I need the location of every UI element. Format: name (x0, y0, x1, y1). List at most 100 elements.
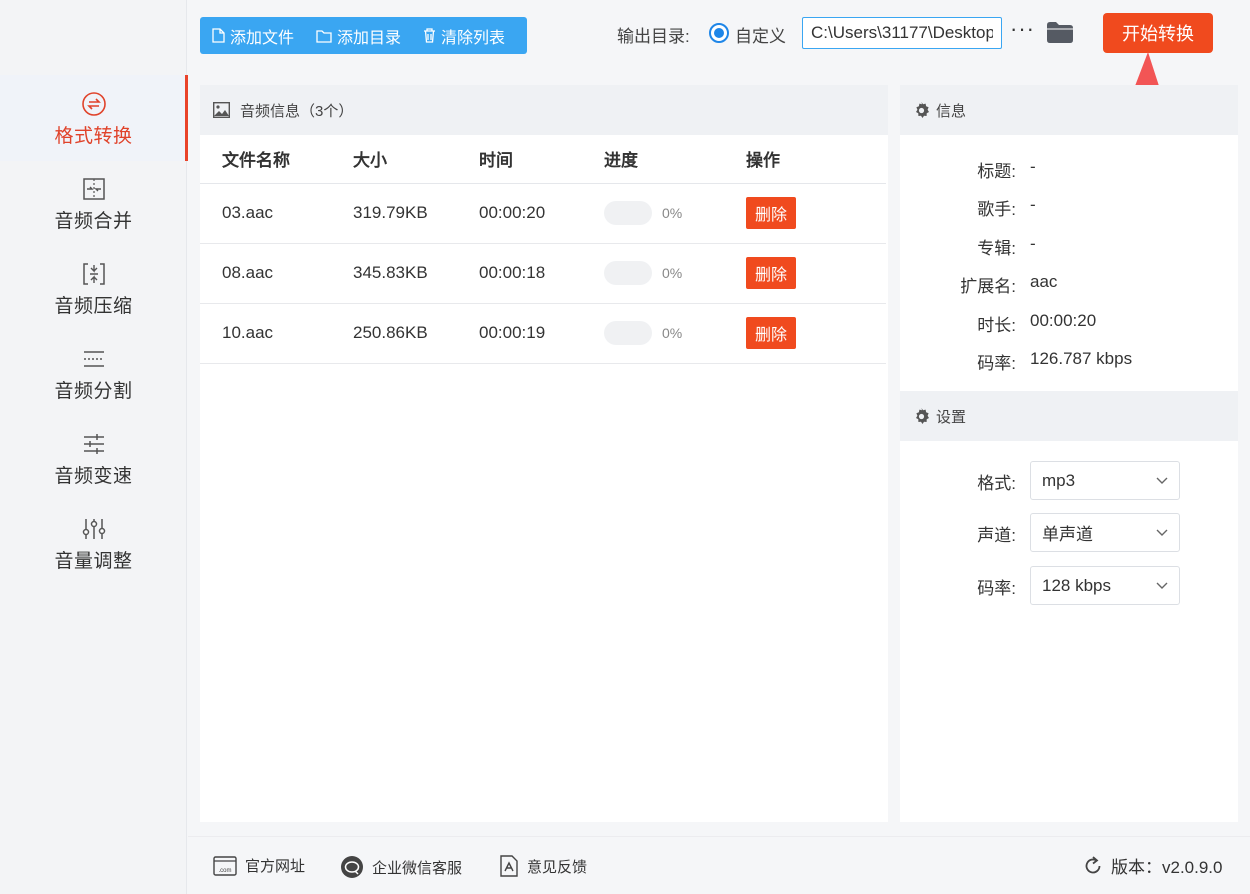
setting-key: 声道: (977, 526, 1016, 545)
website-link[interactable]: .com 官方网址 (213, 855, 305, 876)
settings-header: 设置 (900, 391, 1238, 441)
file-table: 文件名称 大小 时间 进度 操作 03.aac 319.79KB 00:00:2… (200, 135, 886, 364)
chevron-down-icon (1156, 529, 1168, 536)
gear-icon (916, 407, 929, 424)
wechat-icon (341, 856, 363, 878)
split-icon (83, 351, 104, 367)
delete-button[interactable]: 删除 (746, 317, 797, 349)
setting-key: 格式: (977, 474, 1016, 493)
format-select[interactable]: mp3 (1030, 461, 1180, 500)
file-name: 03.aac (200, 183, 353, 244)
info-value: aac (1030, 272, 1058, 291)
file-size: 345.83KB (353, 243, 479, 304)
sidebar-item-label: 音频变速 (54, 466, 133, 487)
delete-button[interactable]: 删除 (746, 257, 797, 289)
svg-text:.com: .com (218, 868, 231, 874)
add-directory-label: 添加目录 (337, 29, 402, 47)
channel-select[interactable]: 单声道 (1030, 513, 1180, 552)
info-key: 码率: (977, 354, 1016, 373)
sidebar-item-compress[interactable]: 音频压缩 (0, 245, 187, 331)
sidebar-item-label: 音频分割 (54, 381, 133, 402)
sidebar-item-merge[interactable]: 音频合并 (0, 160, 187, 246)
volume-adjust-icon (82, 519, 105, 539)
info-title: 信息 (936, 102, 967, 120)
bitrate-select-value: 128 kbps (1042, 575, 1111, 595)
add-file-button[interactable]: 添加文件 (212, 24, 294, 48)
progress-text: 0% (662, 325, 683, 341)
info-key: 标题: (977, 162, 1016, 181)
info-value: 126.787 kbps (1030, 349, 1133, 368)
sidebar-item-label: 音量调整 (54, 551, 133, 572)
audio-info-panel: 音频信息（3个） 文件名称 大小 时间 进度 操作 03.aac 319.79K… (200, 85, 888, 822)
feedback-icon (500, 855, 518, 877)
settings-title: 设置 (936, 408, 967, 426)
file-size: 319.79KB (353, 183, 479, 244)
sidebar-item-speed[interactable]: 音频变速 (0, 415, 187, 501)
chevron-down-icon (1156, 582, 1168, 589)
sidebar-item-split[interactable]: 音频分割 (0, 330, 187, 416)
version-info[interactable]: 版本：v2.0.9.0 (1083, 853, 1223, 878)
clear-list-button[interactable]: 清除列表 (423, 24, 505, 48)
progress-text: 0% (662, 265, 683, 281)
audio-info-title: 音频信息（3个） (240, 102, 354, 120)
progress-indicator: 0% (604, 261, 746, 285)
info-value: 00:00:20 (1030, 311, 1097, 330)
table-row[interactable]: 03.aac 319.79KB 00:00:20 0% 删除 (200, 183, 886, 244)
website-icon: .com (213, 855, 237, 876)
wechat-support-link[interactable]: 企业微信客服 (340, 855, 462, 879)
info-settings-panel: 信息 标题: - 歌手: - 专辑: - 扩展名: aac 时长: 00:00:20 码率… (900, 85, 1238, 822)
chevron-down-icon (1156, 477, 1168, 484)
info-key: 歌手: (977, 200, 1016, 219)
info-key: 专辑: (977, 239, 1016, 258)
more-options-button[interactable]: ··· (1010, 16, 1035, 42)
column-header-progress: 进度 (604, 135, 746, 184)
progress-indicator: 0% (604, 201, 746, 225)
add-directory-button[interactable]: 添加目录 (316, 24, 401, 48)
channel-select-value: 单声道 (1042, 525, 1093, 544)
delete-button[interactable]: 删除 (746, 197, 797, 229)
wechat-label: 企业微信客服 (372, 859, 463, 877)
file-time: 00:00:18 (479, 243, 604, 304)
start-convert-button[interactable]: 开始转换 (1103, 13, 1213, 53)
info-value: - (1030, 195, 1036, 214)
custom-radio[interactable] (709, 23, 729, 43)
sidebar: 格式转换 音频合并 音频压缩 音频分割 音频变速 音量调整 (0, 0, 188, 894)
file-time: 00:00:20 (479, 183, 604, 244)
bitrate-select[interactable]: 128 kbps (1030, 566, 1180, 605)
info-key: 时长: (977, 316, 1016, 335)
open-folder-icon[interactable] (1047, 22, 1073, 43)
refresh-icon (1085, 855, 1101, 873)
file-name: 08.aac (200, 243, 353, 304)
progress-indicator: 0% (604, 321, 746, 345)
compress-icon (82, 263, 105, 285)
version-label: 版本：v2.0.9.0 (1111, 858, 1223, 877)
sidebar-item-label: 音频合并 (54, 211, 133, 232)
feedback-link[interactable]: 意见反馈 (499, 855, 587, 877)
speed-icon (83, 434, 104, 454)
sidebar-item-volume[interactable]: 音量调整 (0, 500, 187, 586)
file-size: 250.86KB (353, 303, 479, 364)
sidebar-item-format-convert[interactable]: 格式转换 (0, 75, 188, 161)
column-header-name: 文件名称 (200, 135, 353, 184)
feedback-label: 意见反馈 (527, 858, 588, 876)
column-header-action: 操作 (746, 135, 886, 184)
format-select-value: mp3 (1042, 470, 1076, 490)
website-label: 官方网址 (245, 858, 306, 875)
custom-radio-label[interactable]: 自定义 (735, 22, 786, 47)
info-value: - (1030, 234, 1036, 253)
sidebar-item-label: 音频压缩 (54, 296, 133, 317)
output-directory-label: 输出目录: (617, 27, 690, 46)
footer: .com 官方网址 企业微信客服 意见反馈 版本：v2.0.9.0 (188, 836, 1250, 894)
file-name: 10.aac (200, 303, 353, 364)
table-row[interactable]: 10.aac 250.86KB 00:00:19 0% 删除 (200, 303, 886, 364)
progress-text: 0% (662, 205, 683, 221)
column-header-size: 大小 (353, 135, 479, 184)
info-key: 扩展名: (960, 277, 1016, 296)
output-path-input[interactable] (802, 17, 1002, 49)
info-header: 信息 (900, 85, 1238, 135)
progress-track (604, 201, 652, 225)
table-row[interactable]: 08.aac 345.83KB 00:00:18 0% 删除 (200, 243, 886, 304)
clear-list-label: 清除列表 (441, 29, 506, 47)
file-icon (212, 28, 225, 43)
trash-icon (424, 28, 436, 43)
